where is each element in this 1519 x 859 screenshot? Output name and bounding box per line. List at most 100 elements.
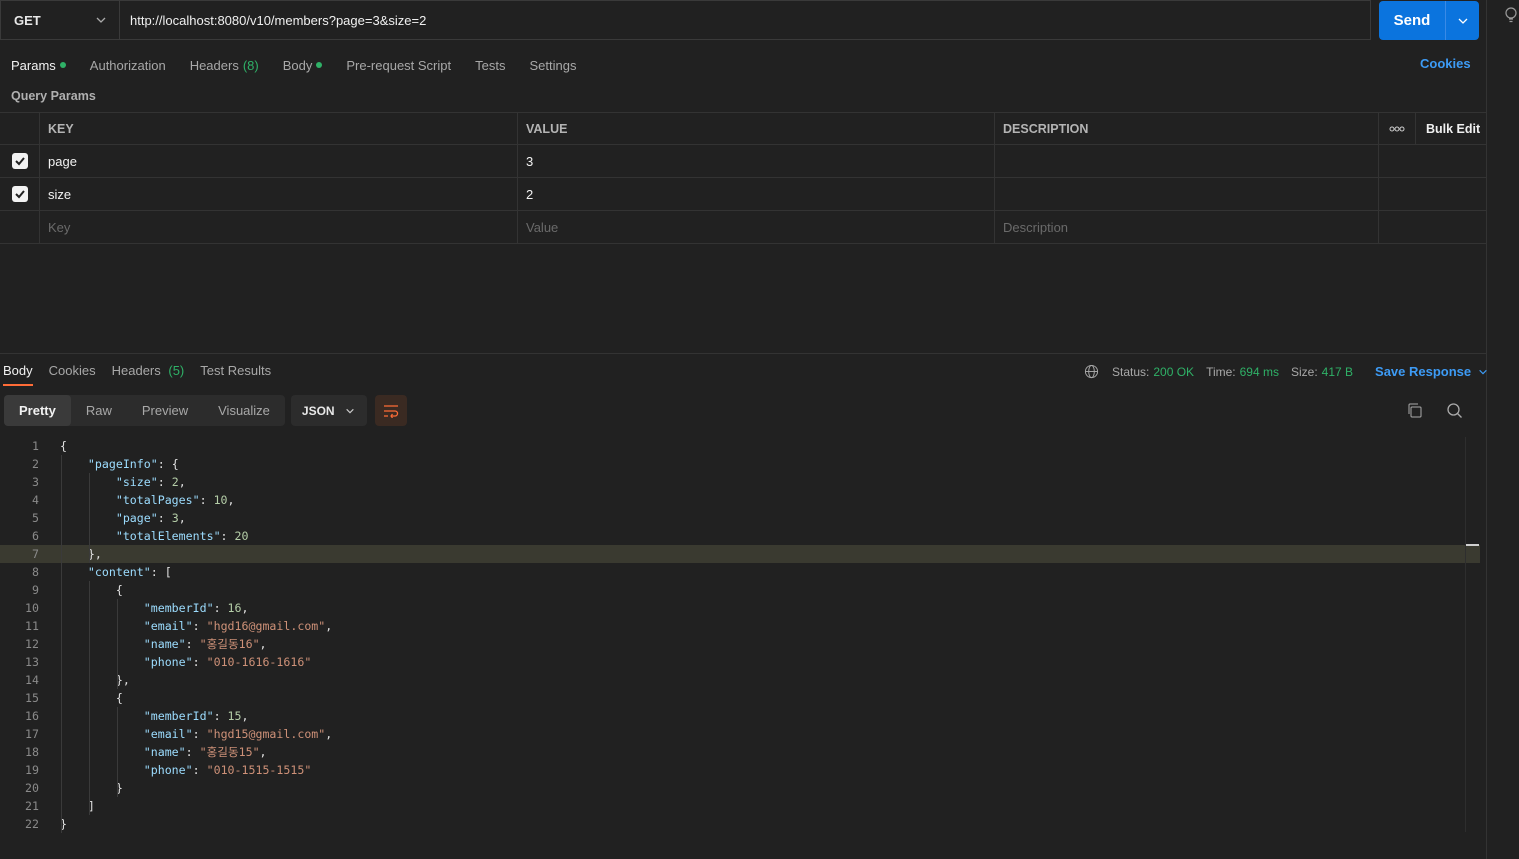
code-line: 14 },	[0, 671, 1480, 689]
send-options-button[interactable]	[1446, 15, 1479, 27]
globe-icon[interactable]	[1084, 364, 1099, 379]
line-number: 6	[32, 529, 39, 543]
param-description-input[interactable]	[995, 178, 1379, 210]
save-response-button[interactable]: Save Response	[1375, 364, 1488, 379]
tab-prerequest-script[interactable]: Pre-request Script	[346, 55, 451, 75]
response-headers-count: (5)	[168, 363, 185, 378]
tab-test-results[interactable]: Test Results	[200, 363, 271, 386]
param-description-input[interactable]	[995, 145, 1379, 177]
code-text: "name": "홍길동15",	[143, 745, 267, 759]
view-raw[interactable]: Raw	[71, 395, 127, 426]
checkmark-icon	[14, 157, 25, 166]
lightbulb-icon[interactable]	[1503, 6, 1519, 24]
code-line: 10 "memberId": 16,	[0, 599, 1480, 617]
line-number: 8	[32, 565, 39, 579]
tab-response-cookies[interactable]: Cookies	[49, 363, 96, 386]
indent-guide	[89, 473, 90, 563]
modified-dot	[316, 62, 323, 68]
code-line: 15 {	[0, 689, 1480, 707]
time-value: 694 ms	[1239, 364, 1279, 379]
param-checkbox[interactable]	[11, 186, 28, 202]
param-value-input[interactable]: 3	[518, 145, 995, 177]
line-number: 3	[32, 475, 39, 489]
format-select[interactable]: JSON	[290, 395, 367, 426]
param-row: size 2	[0, 178, 1486, 211]
tab-settings[interactable]: Settings	[529, 55, 576, 75]
search-icon[interactable]	[1446, 402, 1463, 419]
code-text: }	[60, 781, 123, 795]
view-pretty[interactable]: Pretty	[4, 395, 71, 426]
code-line: 4 "totalPages": 10,	[0, 491, 1480, 509]
headers-count: (8)	[242, 57, 259, 73]
line-number: 20	[25, 781, 39, 795]
indent-guide	[89, 581, 90, 815]
status-text: Status: 200 OK	[1112, 364, 1195, 379]
line-number: 7	[32, 547, 39, 561]
new-description-input[interactable]: Description	[995, 211, 1379, 243]
code-text: "totalElements": 20	[115, 529, 249, 543]
tab-body[interactable]: Body	[283, 55, 323, 75]
param-value-input[interactable]: 2	[518, 178, 995, 210]
line-number: 21	[25, 799, 39, 813]
code-line: 7 },	[0, 545, 1480, 563]
more-options-button[interactable]	[1379, 113, 1416, 144]
tab-response-body[interactable]: Body	[3, 363, 33, 386]
send-button[interactable]: Send	[1379, 1, 1479, 40]
url-input[interactable]: http://localhost:8080/v10/members?page=3…	[120, 13, 426, 28]
response-body-code[interactable]: 1{2 "pageInfo": {3 "size": 2, 4 "totalPag…	[0, 437, 1480, 833]
new-key-input[interactable]: Key	[40, 211, 518, 243]
code-line: 21 ]	[0, 797, 1480, 815]
size-value: 417 B	[1321, 364, 1354, 379]
wrap-lines-button[interactable]	[374, 395, 407, 426]
line-number: 22	[25, 817, 39, 831]
pane-divider[interactable]	[0, 353, 1486, 354]
line-number: 19	[25, 763, 39, 777]
copy-icon[interactable]	[1406, 402, 1423, 419]
new-param-row: Key Value Description	[0, 211, 1486, 244]
param-key-input[interactable]: size	[40, 178, 518, 210]
code-text: }	[60, 817, 67, 831]
code-text: ]	[60, 799, 95, 813]
code-scrollbar[interactable]	[1465, 437, 1466, 832]
method-select[interactable]: GET	[1, 1, 120, 39]
line-number: 18	[25, 745, 39, 759]
chevron-down-icon	[346, 408, 354, 414]
code-line: 6 "totalElements": 20	[0, 527, 1480, 545]
tab-tests[interactable]: Tests	[475, 55, 505, 75]
code-text: "memberId": 15,	[143, 709, 249, 723]
time-text: Time: 694 ms	[1206, 364, 1279, 379]
code-text: "content": [	[87, 565, 172, 579]
chevron-down-icon	[96, 17, 106, 23]
chevron-down-icon	[1479, 369, 1487, 374]
code-text: "memberId": 16,	[143, 601, 249, 615]
status-badge: 200 OK	[1153, 364, 1195, 379]
params-table: KEY VALUE DESCRIPTION Bulk Edit page 3 s…	[0, 112, 1486, 244]
tab-headers[interactable]: Headers (8)	[190, 55, 259, 75]
chevron-down-icon	[1458, 18, 1467, 24]
line-number: 4	[32, 493, 39, 507]
code-line: 19 "phone": "010-1515-1515"	[0, 761, 1480, 779]
bulk-edit-button[interactable]: Bulk Edit	[1416, 113, 1486, 144]
request-tabs: Params Authorization Headers (8) Body Pre…	[11, 55, 600, 75]
code-line: 2 "pageInfo": {	[0, 455, 1480, 473]
response-status-bar: Status: 200 OK Time: 694 ms Size: 417 B Sav…	[1084, 364, 1488, 379]
code-line: 18 "name": "홍길동15",	[0, 743, 1480, 761]
right-sidebar	[1486, 0, 1519, 859]
param-key-input[interactable]: page	[40, 145, 518, 177]
new-value-input[interactable]: Value	[518, 211, 995, 243]
response-view-bar: Pretty Raw Preview Visualize JSON	[4, 395, 407, 426]
tab-params[interactable]: Params	[11, 55, 66, 75]
tab-response-headers[interactable]: Headers (5)	[112, 363, 185, 386]
cookies-link[interactable]: Cookies	[1420, 56, 1471, 71]
line-number: 17	[25, 727, 39, 741]
line-number: 14	[25, 673, 39, 687]
code-text: "email": "hgd15@gmail.com",	[143, 727, 333, 741]
code-text: {	[60, 439, 67, 453]
code-line: 9 {	[0, 581, 1480, 599]
tab-authorization[interactable]: Authorization	[90, 55, 166, 75]
line-number: 12	[25, 637, 39, 651]
code-line: 17 "email": "hgd15@gmail.com",	[0, 725, 1480, 743]
view-preview[interactable]: Preview	[127, 395, 203, 426]
view-visualize[interactable]: Visualize	[203, 395, 285, 426]
param-checkbox[interactable]	[11, 153, 28, 169]
